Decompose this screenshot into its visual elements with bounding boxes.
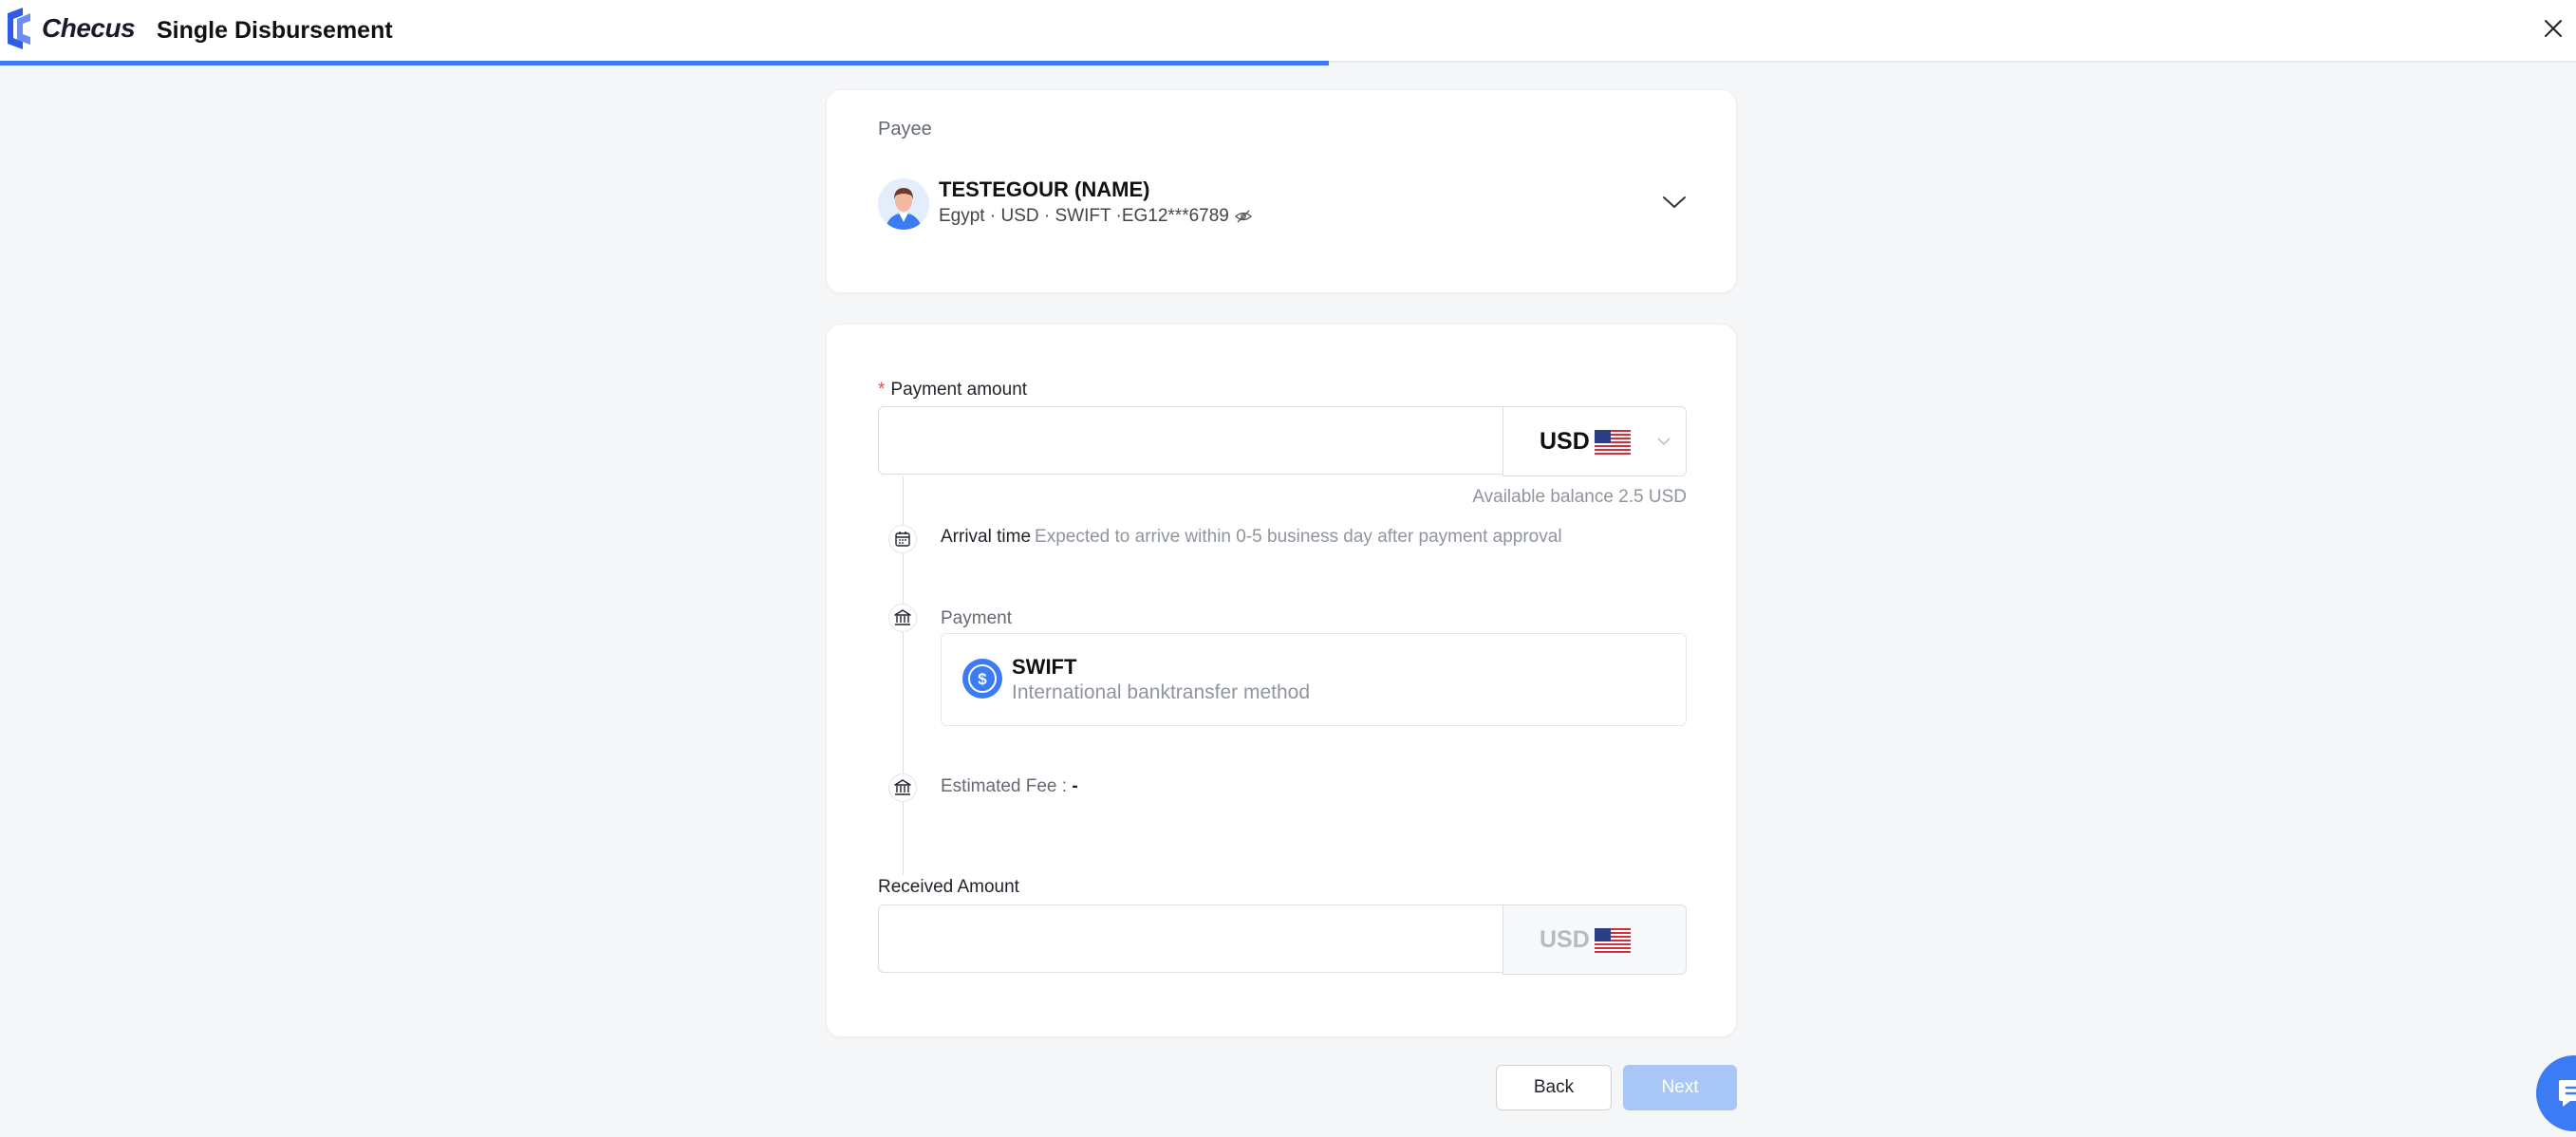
estimated-fee-value: -	[1072, 776, 1078, 796]
payee-card: Payee TESTEGOUR (NAME) Egypt · USD · SWI…	[826, 89, 1737, 293]
avatar	[878, 178, 929, 230]
payee-name: TESTEGOUR (NAME)	[939, 177, 1150, 201]
received-amount-input[interactable]	[878, 904, 1503, 973]
arrival-time: Arrival time Expected to arrive within 0-…	[941, 527, 1562, 548]
payment-method-label: Payment	[941, 608, 1012, 628]
chevron-down-icon	[1657, 438, 1671, 446]
arrival-title: Arrival time	[941, 527, 1032, 547]
payment-amount-label: * Payment amount	[878, 380, 1027, 401]
next-button[interactable]: Next	[1623, 1065, 1737, 1110]
chat-icon	[2559, 1080, 2576, 1107]
bank-icon	[894, 609, 911, 625]
currency-code: USD	[1540, 428, 1590, 455]
available-balance: Available balance 2.5 USD	[1472, 487, 1687, 507]
page-title: Single Disbursement	[157, 17, 393, 44]
estimated-fee: Estimated Fee : -	[941, 776, 1078, 797]
payment-method-name: SWIFT	[1012, 655, 1077, 679]
brand-name: Checus	[42, 13, 136, 43]
payment-amount-input[interactable]	[878, 406, 1503, 475]
svg-text:$: $	[978, 670, 987, 688]
payment-currency-select[interactable]: USD	[1503, 406, 1687, 476]
top-bar: Checus Single Disbursement	[0, 0, 2576, 63]
progress-bar	[0, 61, 1330, 65]
payment-card: * Payment amount USD Available balance 2.…	[826, 324, 1737, 1037]
required-asterisk: *	[878, 380, 886, 400]
eye-hidden-icon[interactable]	[1234, 210, 1252, 223]
payment-method-description: International banktransfer method	[1012, 681, 1311, 703]
received-currency-select: USD	[1503, 904, 1687, 975]
close-icon[interactable]	[2542, 17, 2565, 40]
us-flag-icon	[1595, 430, 1631, 455]
payee-details: Egypt · USD · SWIFT ·EG12***6789	[939, 206, 1252, 227]
estimated-fee-label: Estimated Fee :	[941, 776, 1073, 796]
arrival-description: Expected to arrive within 0-5 business d…	[1035, 527, 1562, 547]
bank-icon-wrap	[888, 774, 917, 802]
back-button[interactable]: Back	[1496, 1065, 1612, 1110]
bank-icon-wrap	[888, 604, 917, 632]
currency-code: USD	[1540, 926, 1590, 953]
calendar-icon-wrap	[888, 525, 917, 553]
payment-method-option[interactable]: $ SWIFT International banktransfer metho…	[941, 633, 1687, 726]
received-amount-label: Received Amount	[878, 877, 1019, 897]
dollar-circle-icon: $	[962, 659, 1002, 699]
payment-amount-label-text: Payment amount	[890, 380, 1028, 400]
calendar-icon	[895, 531, 910, 547]
chevron-down-icon[interactable]	[1662, 195, 1687, 210]
bank-icon	[894, 779, 911, 795]
chat-button[interactable]	[2536, 1055, 2576, 1131]
us-flag-icon	[1595, 928, 1631, 953]
payee-label: Payee	[878, 119, 932, 140]
payee-details-text: Egypt · USD · SWIFT ·EG12***6789	[939, 206, 1229, 226]
checus-logo-icon	[8, 8, 30, 49]
